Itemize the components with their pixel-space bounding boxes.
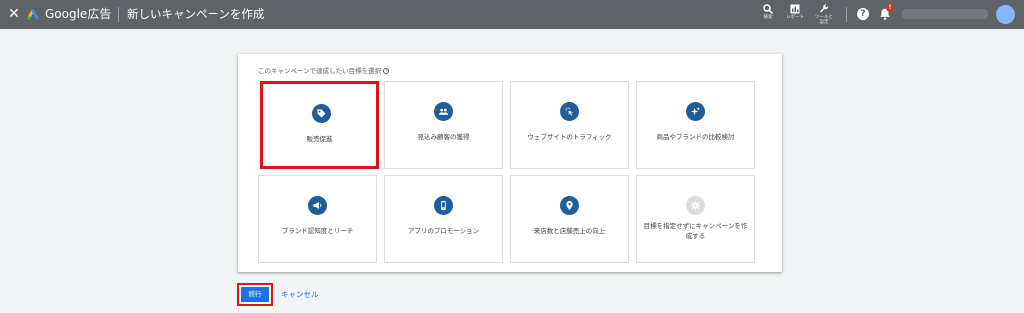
goal-selection-panel: このキャンペーンで達成したい目標を選択? 販売促進 見込み顧客の獲得 ウェブサイ…	[238, 54, 782, 272]
goal-tile-label: 来店数と店舗売上の向上	[533, 227, 606, 235]
continue-button[interactable]: 続行	[237, 283, 273, 306]
goal-tile-label: ウェブサイトのトラフィック	[527, 133, 612, 141]
goal-tile-awareness[interactable]: ブランド認知度とリーチ	[258, 175, 377, 263]
goal-prompt-text: このキャンペーンで達成したい目標を選択	[258, 67, 382, 75]
bar-chart-icon	[790, 4, 800, 14]
reports-tool-label: レポート	[786, 15, 804, 20]
goal-prompt: このキャンペーンで達成したい目標を選択?	[258, 67, 390, 76]
goal-tile-label: 販売促進	[306, 135, 333, 143]
help-circle-icon[interactable]: ?	[383, 68, 390, 74]
search-icon	[763, 4, 774, 15]
tools-settings-label: ツールと設定	[815, 15, 833, 25]
search-tool-button[interactable]: 検索	[758, 3, 778, 20]
goal-tile-consideration[interactable]: 商品やブランドの比較検討	[636, 81, 755, 169]
help-icon[interactable]: ?	[857, 8, 869, 20]
goal-tile-leads[interactable]: 見込み顧客の獲得	[384, 81, 503, 169]
location-pin-icon	[560, 196, 579, 215]
people-icon	[434, 102, 453, 121]
brand-name: Google広告	[45, 7, 112, 21]
cursor-click-icon	[560, 102, 579, 121]
goal-tile-app-promotion[interactable]: アプリのプロモーション	[384, 175, 503, 263]
continue-button-label: 続行	[241, 287, 269, 302]
goal-tile-label: ブランド認知度とリーチ	[281, 227, 354, 235]
tag-icon	[312, 104, 331, 123]
search-tool-label: 検索	[763, 15, 773, 20]
page-title: 新しいキャンペーンを作成	[127, 7, 265, 21]
megaphone-icon	[308, 196, 327, 215]
close-icon[interactable]: ✕	[7, 6, 21, 22]
goal-tile-label: アプリのプロモーション	[407, 227, 480, 235]
header-divider	[118, 7, 119, 22]
goal-tile-no-goal[interactable]: 目標を指定せずにキャンペーンを作成する	[636, 175, 755, 263]
goal-tile-label: 商品やブランドの比較検討	[656, 133, 735, 141]
avatar[interactable]	[996, 5, 1015, 24]
wrench-icon	[820, 4, 829, 13]
goal-tile-traffic[interactable]: ウェブサイトのトラフィック	[510, 81, 629, 169]
goal-tile-label: 目標を指定せずにキャンペーンを作成する	[643, 222, 748, 240]
cancel-link[interactable]: キャンセル	[281, 290, 319, 300]
reports-tool-button[interactable]: レポート	[782, 3, 808, 20]
gear-icon	[686, 196, 705, 215]
account-info[interactable]	[902, 9, 988, 19]
google-ads-logo	[27, 9, 39, 20]
smartphone-icon	[434, 196, 453, 215]
goal-tile-store-visits[interactable]: 来店数と店舗売上の向上	[510, 175, 629, 263]
top-app-bar: ✕ Google広告 新しいキャンペーンを作成 検索 レポート ツールと設定 ?…	[0, 0, 1024, 29]
goal-tile-sales[interactable]: 販売促進	[260, 81, 379, 169]
goal-tile-label: 見込み顧客の獲得	[417, 133, 470, 141]
notification-badge: !	[886, 4, 894, 12]
tools-settings-button[interactable]: ツールと設定	[812, 3, 836, 25]
sparkle-icon	[686, 102, 705, 121]
tools-divider	[846, 7, 847, 22]
